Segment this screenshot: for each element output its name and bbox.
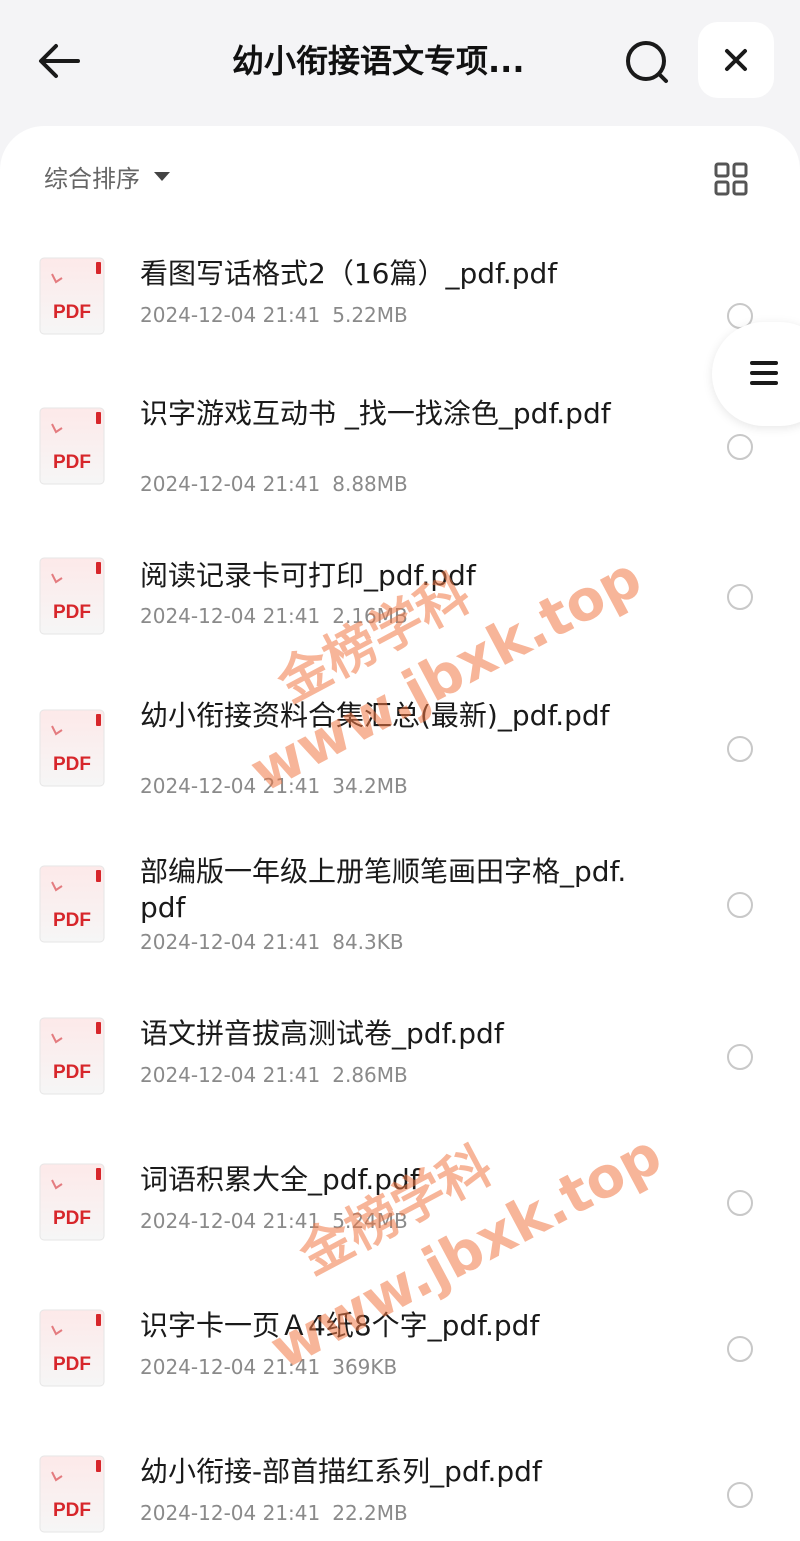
file-name: 幼小衔接资料合集汇总(最新)_pdf.pdf [140, 699, 610, 732]
pdf-file-icon: PDF [39, 1455, 105, 1533]
pdf-badge: PDF [53, 302, 91, 323]
pdf-badge: PDF [53, 1500, 91, 1521]
file-name: 幼小衔接-部首描红系列_pdf.pdf [140, 1455, 542, 1488]
select-radio[interactable] [727, 1482, 753, 1508]
file-meta: 2024-12-04 21:41 22.2MB [140, 1501, 408, 1525]
file-name: 部编版一年级上册笔顺笔画田字格_pdf.pdf [140, 855, 627, 924]
file-row[interactable]: PDF 看图写话格式2（16篇）_pdf.pdf 2024-12-04 21:4… [0, 246, 800, 366]
pdf-badge: PDF [53, 452, 91, 473]
file-date: 2024-12-04 21:41 [140, 604, 321, 628]
pdf-file-icon: PDF [39, 1309, 105, 1387]
file-name: 看图写话格式2（16篇）_pdf.pdf [140, 257, 558, 290]
file-row[interactable]: PDF 阅读记录卡可打印_pdf.pdf 2024-12-04 21:41 2.1… [0, 546, 800, 666]
grid-view-button[interactable] [714, 162, 748, 196]
file-meta: 2024-12-04 21:41 34.2MB [140, 774, 408, 798]
pdf-file-icon: PDF [39, 1163, 105, 1241]
file-row[interactable]: PDF 幼小衔接资料合集汇总(最新)_pdf.pdf 2024-12-04 21… [0, 698, 800, 818]
file-size: 369KB [332, 1355, 398, 1379]
file-size: 2.16MB [332, 604, 408, 628]
file-date: 2024-12-04 21:41 [140, 1209, 321, 1233]
close-button[interactable] [698, 22, 774, 98]
pdf-badge: PDF [53, 1354, 91, 1375]
close-icon [725, 49, 747, 71]
pdf-badge: PDF [53, 754, 91, 775]
file-date: 2024-12-04 21:41 [140, 1355, 321, 1379]
file-row[interactable]: PDF 语文拼音拔高测试卷_pdf.pdf 2024-12-04 21:41 2.… [0, 1006, 800, 1126]
sort-dropdown[interactable]: 综合排序 [44, 156, 170, 196]
back-button[interactable] [34, 36, 84, 86]
file-meta: 2024-12-04 21:41 5.22MB [140, 303, 408, 327]
file-name: 识字游戏互动书 _找一找涂色_pdf.pdf [140, 397, 611, 430]
file-panel: 综合排序 PDF 看图写话格式2（16篇）_pdf.pdf 2024-12-04… [0, 126, 800, 1541]
top-bar: 幼小衔接语文专项... [0, 0, 800, 125]
file-date: 2024-12-04 21:41 [140, 774, 321, 798]
file-size: 84.3KB [332, 930, 404, 954]
select-radio[interactable] [727, 434, 753, 460]
pdf-file-icon: PDF [39, 407, 105, 485]
file-row[interactable]: PDF 识字游戏互动书 _找一找涂色_pdf.pdf 2024-12-04 21… [0, 396, 800, 516]
list-toolbar: 综合排序 [0, 126, 800, 226]
file-size: 22.2MB [332, 1501, 408, 1525]
file-date: 2024-12-04 21:41 [140, 303, 321, 327]
file-size: 8.88MB [332, 472, 408, 496]
file-size: 34.2MB [332, 774, 408, 798]
pdf-badge: PDF [53, 1062, 91, 1083]
file-size: 2.86MB [332, 1063, 408, 1087]
select-radio[interactable] [727, 584, 753, 610]
sort-label: 综合排序 [44, 164, 140, 193]
file-size: 5.24MB [332, 1209, 408, 1233]
file-meta: 2024-12-04 21:41 369KB [140, 1355, 397, 1379]
pdf-badge: PDF [53, 1208, 91, 1229]
file-date: 2024-12-04 21:41 [140, 472, 321, 496]
file-name: 阅读记录卡可打印_pdf.pdf [140, 559, 476, 592]
file-name: 词语积累大全_pdf.pdf [140, 1163, 420, 1196]
file-date: 2024-12-04 21:41 [140, 930, 321, 954]
file-row[interactable]: PDF 幼小衔接-部首描红系列_pdf.pdf 2024-12-04 21:41… [0, 1444, 800, 1541]
select-radio[interactable] [727, 1044, 753, 1070]
caret-down-icon [154, 171, 170, 181]
file-size: 5.22MB [332, 303, 408, 327]
pdf-file-icon: PDF [39, 557, 105, 635]
select-radio[interactable] [727, 736, 753, 762]
pdf-file-icon: PDF [39, 1017, 105, 1095]
file-row[interactable]: PDF 词语积累大全_pdf.pdf 2024-12-04 21:41 5.24M… [0, 1152, 800, 1272]
file-row[interactable]: PDF 部编版一年级上册笔顺笔画田字格_pdf.pdf 2024-12-04 2… [0, 854, 800, 974]
search-icon [626, 41, 668, 83]
file-meta: 2024-12-04 21:41 5.24MB [140, 1209, 408, 1233]
file-name: 识字卡一页Ａ4纸8个字_pdf.pdf [140, 1309, 540, 1342]
page-title: 幼小衔接语文专项... [232, 42, 525, 80]
pdf-file-icon: PDF [39, 257, 105, 335]
pdf-file-icon: PDF [39, 709, 105, 787]
file-meta: 2024-12-04 21:41 2.16MB [140, 604, 408, 628]
arrow-left-icon [39, 44, 80, 78]
file-row[interactable]: PDF 识字卡一页Ａ4纸8个字_pdf.pdf 2024-12-04 21:41… [0, 1298, 800, 1418]
search-button[interactable] [620, 36, 674, 90]
file-date: 2024-12-04 21:41 [140, 1501, 321, 1525]
file-name: 语文拼音拔高测试卷_pdf.pdf [140, 1017, 504, 1050]
file-date: 2024-12-04 21:41 [140, 1063, 321, 1087]
menu-icon [750, 361, 778, 385]
select-radio[interactable] [727, 1190, 753, 1216]
select-radio[interactable] [727, 1336, 753, 1362]
select-radio[interactable] [727, 892, 753, 918]
pdf-badge: PDF [53, 602, 91, 623]
grid-view-icon [714, 162, 748, 196]
pdf-badge: PDF [53, 910, 91, 931]
file-meta: 2024-12-04 21:41 84.3KB [140, 930, 404, 954]
pdf-file-icon: PDF [39, 865, 105, 943]
file-meta: 2024-12-04 21:41 2.86MB [140, 1063, 408, 1087]
file-meta: 2024-12-04 21:41 8.88MB [140, 472, 408, 496]
